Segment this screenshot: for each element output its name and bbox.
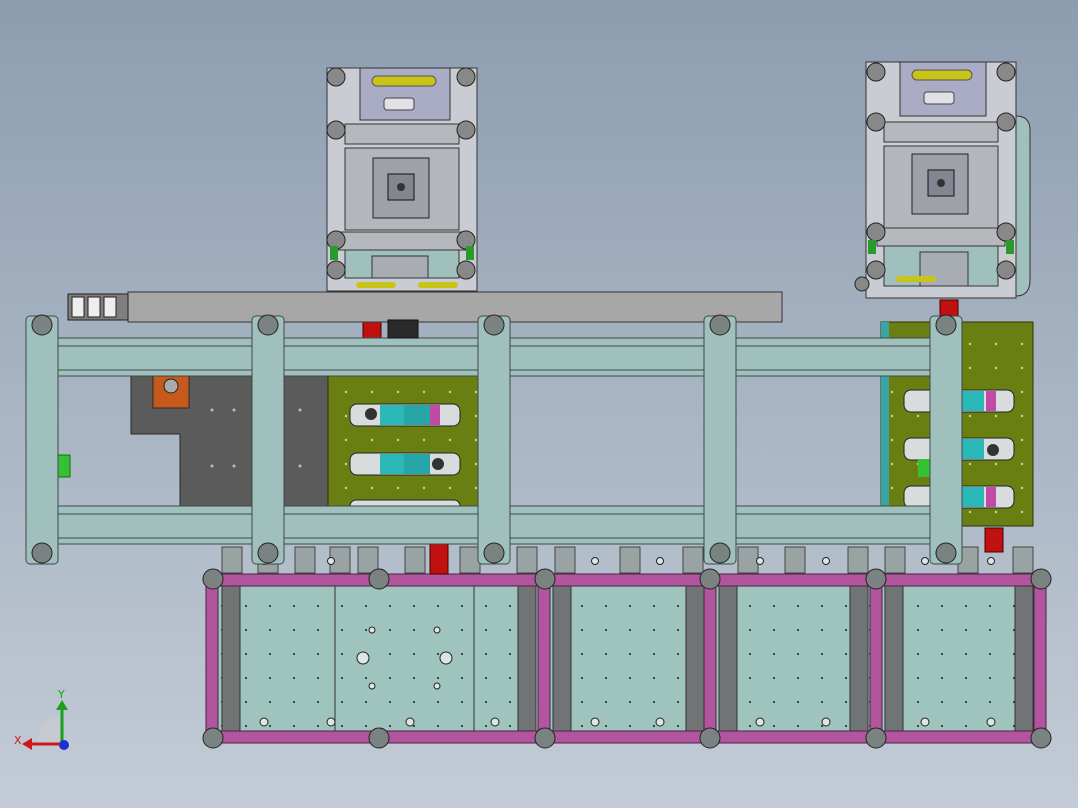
machine-assembly-drawing: Y X	[14, 61, 1052, 750]
slide-module	[349, 452, 461, 476]
teal-gantry-frame	[25, 314, 963, 565]
motor-shaft-icon	[163, 378, 179, 394]
x-axis-label: X	[14, 734, 22, 747]
coordinate-triad: Y X	[14, 688, 69, 750]
base-table	[202, 546, 1052, 749]
right-actuator-head	[854, 61, 1031, 299]
slide-module	[349, 403, 461, 427]
y-axis-label: Y	[57, 688, 65, 701]
left-dark-bracket	[51, 373, 331, 507]
cad-viewport[interactable]: Y X	[0, 0, 1078, 808]
base-mounting-blocks	[221, 546, 1034, 574]
base-panels	[217, 583, 1041, 733]
top-gray-beam	[67, 291, 783, 323]
center-olive-plate	[327, 371, 479, 515]
